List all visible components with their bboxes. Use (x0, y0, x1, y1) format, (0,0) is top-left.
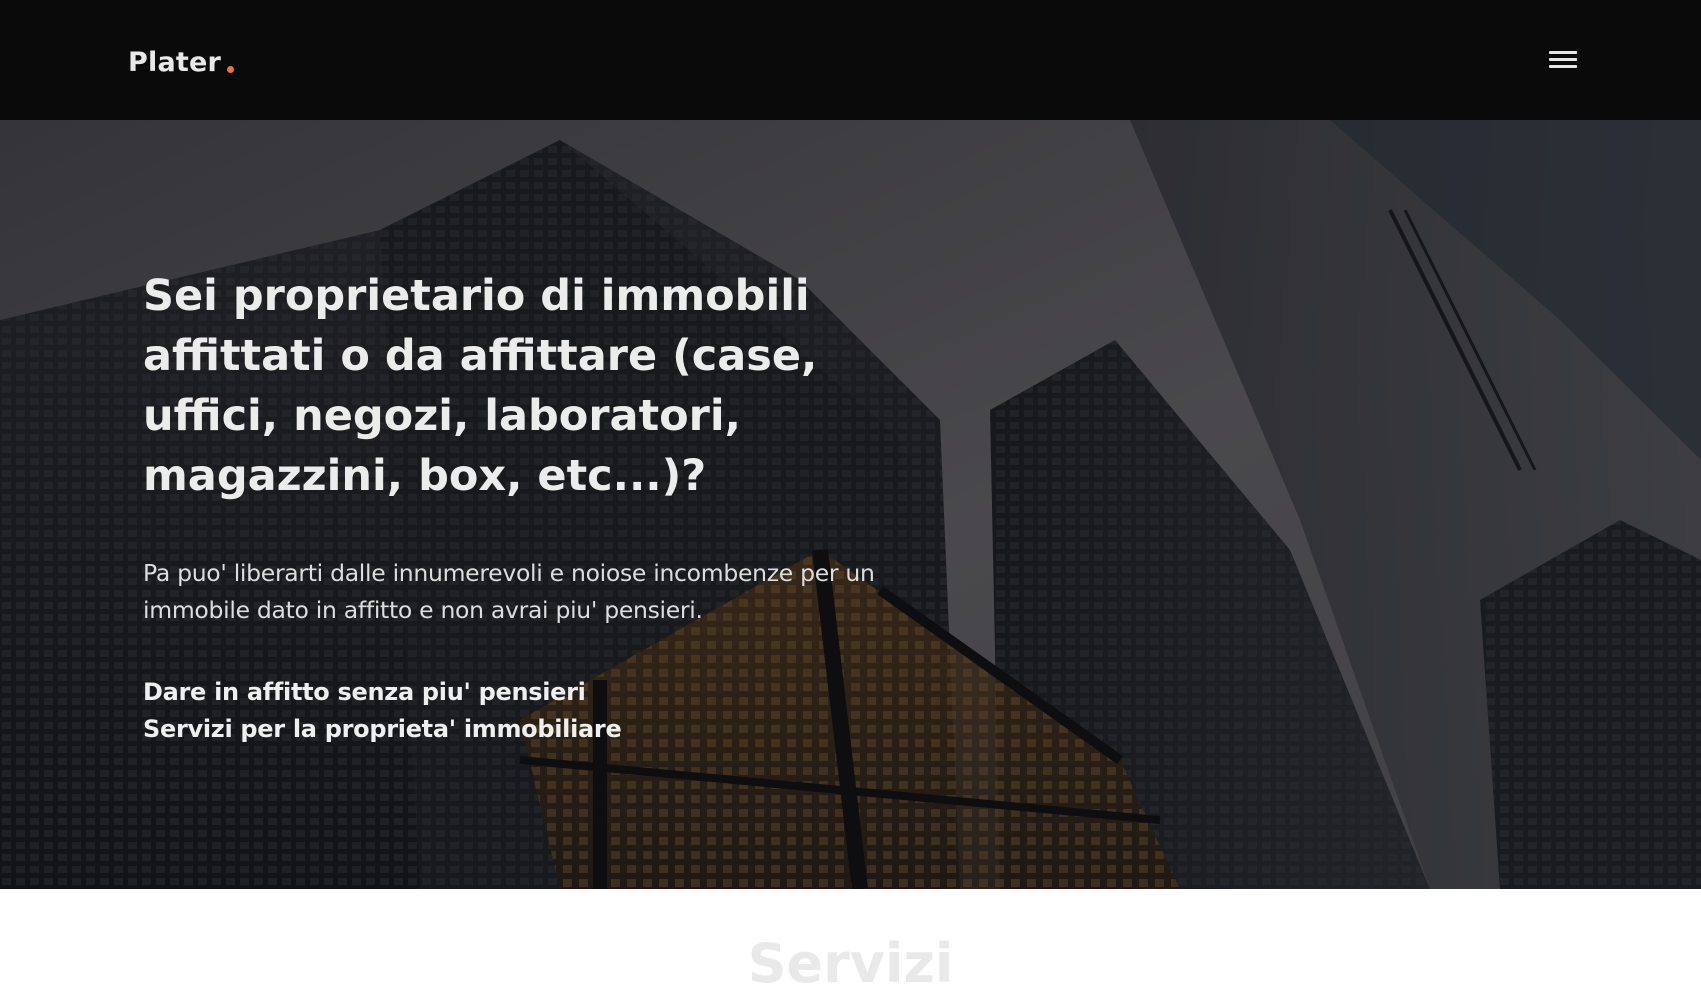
hero-link-property-services[interactable]: Servizi per la proprieta' immobiliare (143, 711, 843, 748)
brand-dot (227, 66, 234, 73)
top-navbar: Plater (0, 0, 1701, 120)
brand-name: Plater (128, 47, 221, 78)
menu-bar-top (1549, 51, 1577, 54)
brand-logo[interactable]: Plater (128, 46, 234, 80)
hamburger-menu-icon[interactable] (1537, 45, 1577, 75)
menu-bar-middle (1549, 58, 1577, 61)
hero-links: Dare in affitto senza piu' pensieri Serv… (143, 674, 843, 748)
hero-description: Pa puo' liberarti dalle innumerevoli e n… (143, 559, 875, 624)
hero-title: Sei proprietario di immobili affittati o… (143, 271, 818, 501)
hero-link-rent-without-worries[interactable]: Dare in affitto senza piu' pensieri (143, 674, 843, 711)
services-heading: Servizi (747, 932, 954, 995)
menu-bar-bottom (1549, 65, 1577, 68)
hero-section: Sei proprietario di immobili affittati o… (0, 120, 1701, 889)
